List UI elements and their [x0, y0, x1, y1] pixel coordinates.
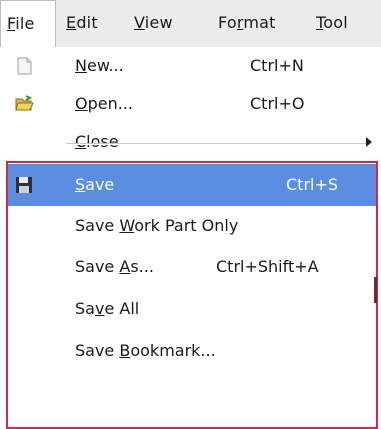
menu-bar: File Edit View Format Tool	[0, 0, 381, 49]
menu-item-save-label: Save	[75, 175, 115, 194]
menu-item-save-all-label: Save All	[75, 299, 140, 318]
menu-item-close[interactable]: Close	[0, 123, 381, 161]
menu-item-new[interactable]: New... Ctrl+N	[0, 47, 381, 85]
menu-tools-label: Tool	[316, 13, 348, 32]
scrollbar-thumb[interactable]	[374, 277, 377, 303]
menu-file-label: File	[7, 14, 35, 33]
menu-item-new-shortcut: Ctrl+N	[250, 56, 304, 75]
new-document-icon	[17, 57, 32, 75]
menu-separator	[66, 143, 366, 145]
menu-edit-label: Edit	[66, 13, 98, 32]
menu-item-open[interactable]: Open... Ctrl+O	[0, 85, 381, 123]
menu-format[interactable]: Format	[212, 0, 304, 48]
menu-item-save-all[interactable]: Save All	[0, 290, 381, 328]
menu-item-save-as-label: Save As...	[75, 257, 154, 276]
application-window: File Edit View Format Tool New... Ctrl+N…	[0, 0, 381, 429]
menu-item-save[interactable]: Save Ctrl+S	[8, 164, 376, 206]
menu-item-new-label: New...	[75, 56, 124, 75]
submenu-arrow-icon	[366, 137, 372, 147]
menu-item-save-bookmark[interactable]: Save Bookmark...	[0, 332, 381, 370]
menu-item-save-shortcut: Ctrl+S	[286, 175, 339, 194]
menu-edit[interactable]: Edit	[60, 0, 122, 48]
floppy-disk-icon	[16, 177, 32, 193]
menu-tools[interactable]: Tool	[310, 0, 381, 48]
file-menu-dropdown: New... Ctrl+N Open... Ctrl+O Close Save …	[0, 47, 381, 429]
open-folder-icon	[15, 95, 34, 111]
menu-view-label: View	[134, 13, 173, 32]
menu-item-open-label: Open...	[75, 94, 133, 113]
menu-item-save-work-part-only-label: Save Work Part Only	[75, 216, 239, 235]
menu-file[interactable]: File	[0, 0, 56, 49]
menu-item-save-as[interactable]: Save As... Ctrl+Shift+A	[0, 248, 381, 286]
menu-item-close-label: Close	[75, 132, 119, 151]
menu-format-label: Format	[218, 13, 276, 32]
menu-item-save-work-part-only[interactable]: Save Work Part Only	[0, 207, 381, 245]
menu-item-save-bookmark-label: Save Bookmark...	[75, 341, 216, 360]
menu-item-open-shortcut: Ctrl+O	[250, 94, 305, 113]
menu-item-save-as-shortcut: Ctrl+Shift+A	[216, 257, 319, 276]
menu-view[interactable]: View	[128, 0, 206, 48]
